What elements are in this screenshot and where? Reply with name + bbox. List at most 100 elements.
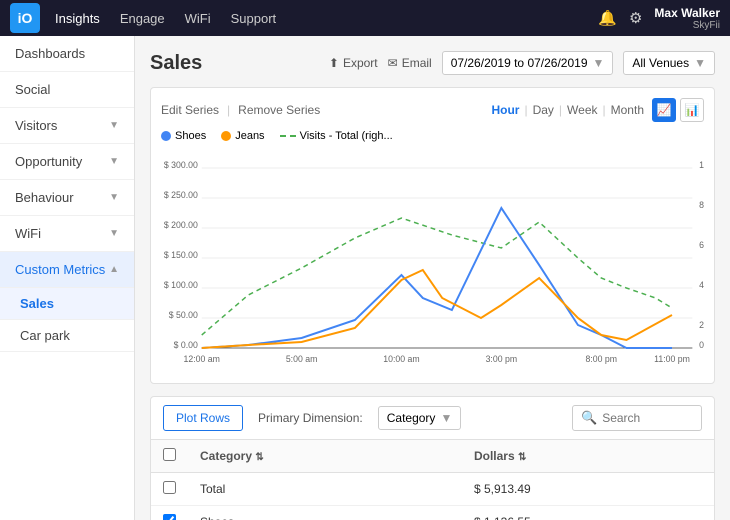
export-button[interactable]: ⬆ Export [329,56,378,70]
legend-label-visits: Visits - Total (righ... [300,130,393,142]
svg-text:20: 20 [699,320,704,330]
user-info: Max Walker SkyFii [654,6,720,31]
row-category-total: Total [188,473,462,506]
chevron-down-icon: ▼ [694,56,706,70]
edit-series-link[interactable]: Edit Series [161,103,219,117]
divider: | [227,103,230,117]
email-icon: ✉ [388,56,398,70]
dimension-select[interactable]: Category ▼ [378,406,462,430]
main-layout: Dashboards Social Visitors ▼ Opportunity… [0,36,730,520]
row-dollars-total: $ 5,913.49 [462,473,714,506]
sidebar-sub-label-sales: Sales [20,296,54,311]
top-nav-right: 🔔 ⚙ Max Walker SkyFii [598,6,720,31]
svg-text:12:00 am: 12:00 am [184,354,220,364]
sort-icon: ⇅ [255,452,263,463]
legend-visits: Visits - Total (righ... [280,130,393,142]
svg-text:$ 50.00: $ 50.00 [169,310,198,320]
time-btn-week[interactable]: Week [567,103,597,117]
app-logo: iO [10,3,40,33]
svg-text:60: 60 [699,240,704,250]
sidebar-label-dashboards: Dashboards [15,46,85,61]
time-controls: Hour | Day | Week | Month [491,103,644,117]
sidebar-label-opportunity: Opportunity [15,154,82,169]
nav-links: Insights Engage WiFi Support [55,11,598,26]
th-category[interactable]: Category ⇅ [188,440,462,473]
row-select-total[interactable] [163,481,176,494]
chart-controls: Edit Series | Remove Series Hour | Day |… [161,98,704,122]
select-all-checkbox[interactable] [163,448,176,461]
legend-label-shoes: Shoes [175,130,206,142]
sidebar-item-behaviour[interactable]: Behaviour ▼ [0,180,134,216]
nav-engage[interactable]: Engage [120,11,165,26]
svg-text:3:00 pm: 3:00 pm [486,354,518,364]
page-header: Sales ⬆ Export ✉ Email 07/26/2019 to 07/… [150,51,715,75]
data-table: Category ⇅ Dollars ⇅ Total [151,440,714,520]
row-dollars-shoes: $ 1,136.55 [462,506,714,520]
th-dollars-label: Dollars [474,449,515,463]
chart-type-bar[interactable]: 📊 [680,98,704,122]
chevron-up-icon: ▲ [109,264,119,275]
page-title: Sales [150,52,202,75]
plot-rows-button[interactable]: Plot Rows [163,405,243,431]
user-org: SkyFii [693,20,720,31]
legend-label-jeans: Jeans [235,130,264,142]
row-checkbox-total [151,473,188,506]
chevron-down-icon: ▼ [440,411,452,425]
settings-icon[interactable]: ⚙ [629,9,642,27]
row-category-shoes: Shoes [188,506,462,520]
email-label: Email [402,56,432,70]
chevron-down-icon: ▼ [109,120,119,131]
chart-type-line[interactable]: 📈 [652,98,676,122]
nav-support[interactable]: Support [231,11,277,26]
chart-type-btns: 📈 📊 [652,98,704,122]
sidebar-sub-item-sales[interactable]: Sales [0,288,134,320]
svg-text:80: 80 [699,200,704,210]
time-btn-hour[interactable]: Hour [491,103,519,117]
sidebar-item-visitors[interactable]: Visitors ▼ [0,108,134,144]
legend-shoes: Shoes [161,130,206,142]
notification-icon[interactable]: 🔔 [598,9,617,27]
nav-wifi[interactable]: WiFi [185,11,211,26]
time-btn-month[interactable]: Month [611,103,644,117]
nav-insights[interactable]: Insights [55,11,100,26]
header-actions: ⬆ Export ✉ Email 07/26/2019 to 07/26/201… [329,51,715,75]
divider: | [559,103,562,117]
sidebar-sub-item-car-park[interactable]: Car park [0,320,134,352]
sidebar: Dashboards Social Visitors ▼ Opportunity… [0,36,135,520]
sidebar-label-visitors: Visitors [15,118,57,133]
table-section: Plot Rows Primary Dimension: Category ▼ … [150,396,715,520]
search-input[interactable] [602,411,693,425]
time-btn-day[interactable]: Day [533,103,554,117]
chevron-down-icon: ▼ [109,228,119,239]
legend-dot-jeans [221,131,231,141]
svg-text:0: 0 [699,340,704,350]
dimension-value: Category [387,411,436,425]
svg-text:$ 0.00: $ 0.00 [174,340,198,350]
sidebar-item-wifi[interactable]: WiFi ▼ [0,216,134,252]
sidebar-item-social[interactable]: Social [0,72,134,108]
sidebar-item-dashboards[interactable]: Dashboards [0,36,134,72]
main-content: Sales ⬆ Export ✉ Email 07/26/2019 to 07/… [135,36,730,520]
sidebar-item-opportunity[interactable]: Opportunity ▼ [0,144,134,180]
legend-jeans: Jeans [221,130,264,142]
sidebar-label-social: Social [15,82,50,97]
sidebar-sub-label-car-park: Car park [20,328,70,343]
date-range-select[interactable]: 07/26/2019 to 07/26/2019 ▼ [442,51,614,75]
chart-card: Edit Series | Remove Series Hour | Day |… [150,87,715,384]
divider: | [524,103,527,117]
chart-legend: Shoes Jeans Visits - Total (righ... [161,130,704,142]
svg-text:$ 150.00: $ 150.00 [164,250,198,260]
svg-text:$ 200.00: $ 200.00 [164,220,198,230]
sidebar-item-custom-metrics[interactable]: Custom Metrics ▲ [0,252,134,288]
svg-text:$ 100.00: $ 100.00 [164,280,198,290]
row-checkbox-shoes [151,506,188,520]
row-select-shoes[interactable] [163,514,176,520]
email-button[interactable]: ✉ Email [388,56,432,70]
remove-series-link[interactable]: Remove Series [238,103,320,117]
th-dollars[interactable]: Dollars ⇅ [462,440,714,473]
svg-text:100: 100 [699,160,704,170]
chart-area: $ 300.00 $ 250.00 $ 200.00 $ 150.00 $ 10… [161,150,704,373]
th-checkbox [151,440,188,473]
svg-text:$ 250.00: $ 250.00 [164,190,198,200]
venue-select[interactable]: All Venues ▼ [623,51,715,75]
